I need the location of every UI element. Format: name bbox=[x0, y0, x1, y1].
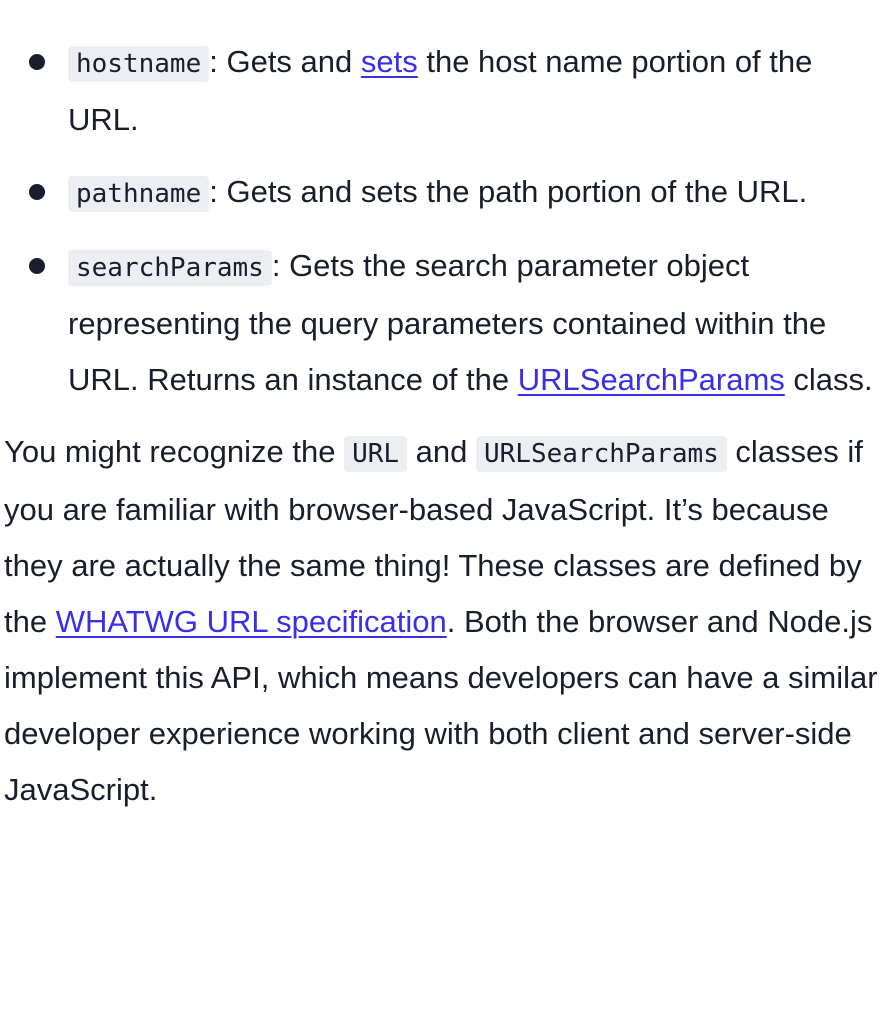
para-text-1: You might recognize the bbox=[4, 434, 345, 469]
list-item-searchparams: searchParams: Gets the search parameter … bbox=[4, 238, 888, 408]
list-item-pathname: pathname: Gets and sets the path portion… bbox=[4, 164, 888, 222]
bullet-icon bbox=[29, 184, 45, 200]
code-urlsearchparams: URLSearchParams bbox=[476, 436, 727, 472]
code-searchparams: searchParams bbox=[68, 250, 272, 286]
para-text-2: and bbox=[407, 434, 476, 469]
article-content: hostname: Gets and sets the host name po… bbox=[4, 34, 888, 818]
url-properties-list: hostname: Gets and sets the host name po… bbox=[4, 34, 888, 408]
explanation-paragraph: You might recognize the URL and URLSearc… bbox=[4, 424, 888, 818]
code-pathname: pathname bbox=[68, 176, 210, 212]
bullet-icon bbox=[29, 258, 45, 274]
whatwg-spec-link[interactable]: WHATWG URL specification bbox=[56, 604, 447, 639]
code-hostname: hostname bbox=[68, 46, 210, 82]
hostname-text-pre: : Gets and bbox=[209, 44, 361, 79]
bullet-icon bbox=[29, 54, 45, 70]
urlsearchparams-link[interactable]: URLSearchParams bbox=[518, 362, 785, 397]
list-item-hostname: hostname: Gets and sets the host name po… bbox=[4, 34, 888, 148]
pathname-text: : Gets and sets the path portion of the … bbox=[209, 174, 808, 209]
code-url: URL bbox=[344, 436, 408, 472]
searchparams-text-post: class. bbox=[784, 362, 873, 397]
sets-link[interactable]: sets bbox=[361, 44, 418, 79]
